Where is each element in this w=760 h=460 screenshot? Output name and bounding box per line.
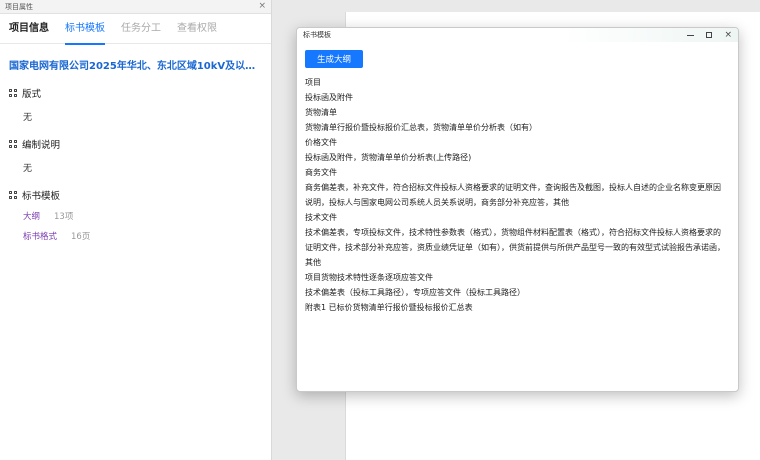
- grid-icon: [9, 89, 17, 97]
- section-instructions-value: 无: [23, 164, 33, 174]
- section-templates-header: 标书模板: [9, 188, 262, 202]
- template-item-name[interactable]: 大纲: [23, 210, 40, 222]
- outline-item: 说明，投标人与国家电网公司系统人员关系说明，商务部分补充应答，其他: [305, 198, 569, 207]
- section-format-value: 无: [23, 113, 33, 123]
- tab-view-permissions[interactable]: 查看权限: [177, 14, 217, 44]
- panel-titlebar: 项目属性 ×: [0, 0, 271, 14]
- outline-item: 价格文件: [305, 138, 337, 147]
- tab-bid-template[interactable]: 标书模板: [65, 14, 105, 45]
- outline-item: 技术文件: [305, 213, 337, 222]
- outline-item: 技术偏差表，专项投标文件，技术特性参数表（格式），货物组件材料配置表（格式），符…: [305, 228, 721, 237]
- panel-title: 项目属性: [5, 2, 33, 11]
- outline-list: 项目 投标函及附件 货物清单 货物清单行报价暨投标报价汇总表，货物清单单价分析表…: [305, 75, 728, 315]
- dialog-titlebar[interactable]: 标书模板 ×: [297, 28, 738, 42]
- outline-item: 其他: [305, 258, 321, 267]
- outline-item: 项目货物技术特性逐条逐项应答文件: [305, 273, 433, 282]
- section-instructions-header: 编制说明: [9, 137, 262, 151]
- template-item-count: 13项: [54, 212, 74, 222]
- outline-item: 商务偏差表，补充文件，符合招标文件投标人资格要求的证明文件，查询报告及截图，投标…: [305, 183, 721, 192]
- section-format-header: 版式: [9, 86, 262, 100]
- section-templates: 标书模板 大纲 13项 标书格式 16页: [0, 188, 271, 242]
- outline-item: 商务文件: [305, 168, 337, 177]
- outline-item: 投标函及附件，货物清单单价分析表(上传路径): [305, 153, 472, 162]
- outline-item: 投标函及附件: [305, 93, 353, 102]
- template-item-count: 16页: [71, 232, 91, 242]
- close-icon[interactable]: ×: [724, 30, 732, 40]
- section-format-label: 版式: [22, 89, 42, 100]
- maximize-icon[interactable]: [706, 32, 713, 38]
- outline-item: 货物清单行报价暨投标报价汇总表，货物清单单价分析表（如有）: [305, 123, 537, 132]
- outline-item: 技术偏差表（投标工具路径），专项应答文件（投标工具路径）: [305, 288, 525, 297]
- template-item-name[interactable]: 标书格式: [23, 230, 57, 242]
- outline-item: 货物清单: [305, 108, 337, 117]
- section-format: 版式 无: [0, 86, 271, 123]
- panel-close-icon[interactable]: ×: [258, 2, 266, 11]
- template-item-outline[interactable]: 大纲 13项: [23, 210, 262, 222]
- generate-outline-button[interactable]: 生成大纲: [305, 50, 363, 68]
- section-instructions: 编制说明 无: [0, 137, 271, 174]
- section-instructions-label: 编制说明: [22, 140, 61, 151]
- outline-item: 项目: [305, 78, 321, 87]
- bid-template-dialog: 标书模板 × 生成大纲 项目 投标函及附件 货物清单 货物清单行报价暨投标报价汇…: [296, 27, 739, 392]
- minimize-icon[interactable]: [687, 34, 695, 36]
- grid-icon: [9, 140, 17, 148]
- window-controls: ×: [687, 30, 732, 40]
- outline-item: 证明文件，技术部分补充应答，资质业绩凭证单（如有），供货前提供与所供产品型号一致…: [305, 243, 725, 252]
- section-templates-label: 标书模板: [22, 191, 61, 202]
- outline-item: 附表1 已标价货物清单行报价暨投标报价汇总表: [305, 303, 473, 312]
- grid-icon: [9, 191, 17, 199]
- dialog-title: 标书模板: [303, 31, 331, 39]
- panel-tabs: 项目信息 标书模板 任务分工 查看权限: [0, 14, 271, 45]
- tab-project-info[interactable]: 项目信息: [9, 14, 49, 44]
- template-item-format[interactable]: 标书格式 16页: [23, 230, 262, 242]
- project-properties-panel: 项目属性 × 项目信息 标书模板 任务分工 查看权限 国家电网有限公司2025年…: [0, 0, 272, 460]
- tab-task-assignment[interactable]: 任务分工: [121, 14, 161, 44]
- project-title: 国家电网有限公司2025年华北、东北区域10kV及以下电缆附件协...: [9, 61, 271, 72]
